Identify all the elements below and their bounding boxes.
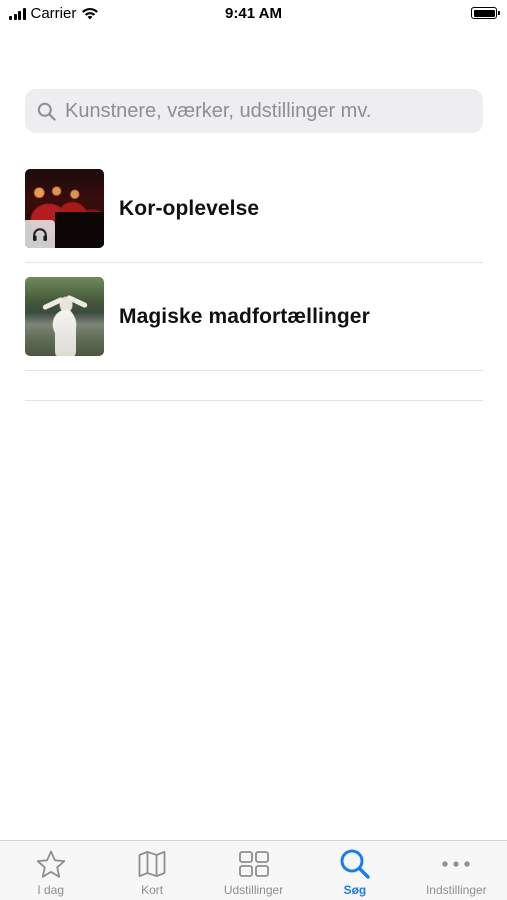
battery-icon [471, 7, 500, 19]
list-item[interactable]: Kor-oplevelse [25, 155, 483, 263]
search-icon [37, 102, 56, 121]
tab-udstillinger[interactable]: Udstillinger [203, 841, 304, 900]
tab-label: Kort [141, 883, 164, 897]
item-title: Magiske madfortællinger [119, 304, 370, 328]
headphones-icon [33, 227, 47, 241]
status-bar: Carrier 9:41 AM [0, 0, 507, 28]
tab-label: Indstillinger [425, 883, 487, 897]
woman-in-white-dress-thumbnail [25, 277, 104, 356]
search-bar[interactable] [25, 89, 483, 133]
tab-i-dag[interactable]: I dag [0, 841, 101, 900]
tab-label: Søg [343, 883, 367, 897]
search-icon [340, 849, 370, 879]
audio-badge [25, 220, 55, 248]
item-title: Kor-oplevelse [119, 196, 260, 220]
list-footer-divider [25, 371, 483, 401]
status-time: 9:41 AM [225, 5, 282, 22]
search-screen: Carrier 9:41 AM Kunstnere, værker, udsti… [0, 0, 507, 900]
tab-label: Udstillinger [223, 883, 284, 897]
tab-kort[interactable]: Kort [101, 841, 202, 900]
map-icon [138, 850, 166, 878]
list-item[interactable]: Magiske madfortællinger [25, 263, 483, 371]
choir-thumbnail [25, 169, 104, 248]
search-results-list: Kor-oplevelse Magiske madfortællinger [25, 155, 483, 401]
tab-bar: I dag Kort Udstillinger Søg Indstillinge… [0, 840, 507, 900]
search-input[interactable] [63, 98, 467, 124]
star-icon [36, 850, 66, 878]
grid-icon [238, 851, 269, 877]
tab-indstillinger[interactable]: Indstillinger [406, 841, 507, 900]
tab-label: I dag [37, 883, 65, 897]
more-icon [442, 861, 470, 867]
tab-sog[interactable]: Søg [304, 841, 405, 900]
